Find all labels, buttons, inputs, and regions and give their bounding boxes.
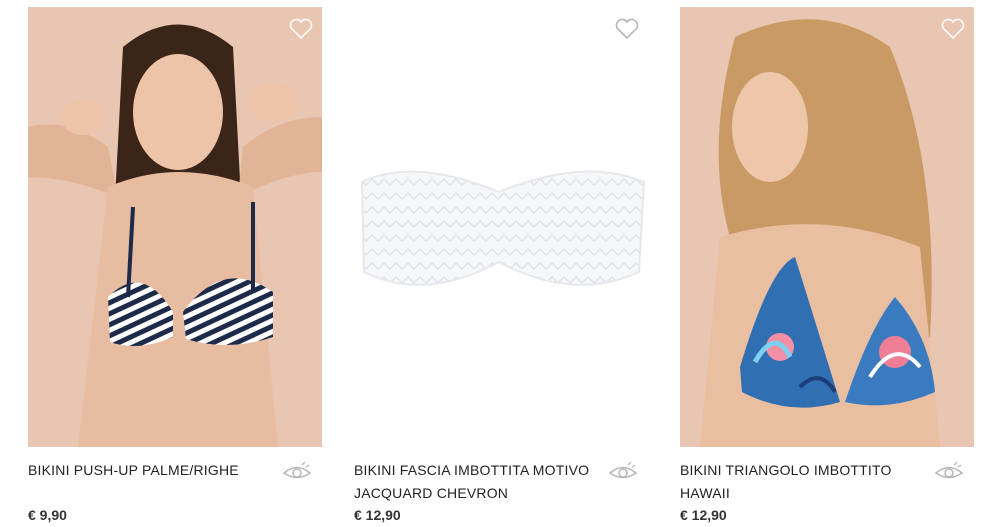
product-card[interactable]: BIKINI TRIANGOLO IMBOTTITO HAWAII € 12,9… (680, 7, 974, 523)
eye-icon[interactable] (608, 461, 638, 482)
model-photo-striped-bikini (28, 24, 322, 447)
product-card[interactable]: BIKINI PUSH-UP PALME/RIGHE € 9,90 (28, 7, 322, 523)
heart-outline-icon[interactable] (614, 17, 640, 41)
product-name[interactable]: BIKINI PUSH-UP PALME/RIGHE (28, 459, 268, 482)
product-image[interactable] (354, 7, 648, 447)
eye-icon[interactable] (282, 461, 312, 482)
product-card[interactable]: BIKINI FASCIA IMBOTTITA MOTIVO JACQUARD … (354, 7, 648, 523)
heart-outline-icon[interactable] (940, 17, 966, 41)
product-name[interactable]: BIKINI TRIANGOLO IMBOTTITO HAWAII (680, 459, 920, 505)
bandeau-bikini-photo (360, 170, 646, 286)
product-price: € 9,90 (28, 507, 67, 523)
heart-outline-icon[interactable] (288, 17, 314, 41)
product-image[interactable] (680, 7, 974, 447)
model-photo-floral-bikini (700, 19, 940, 447)
product-price: € 12,90 (680, 507, 727, 523)
product-name[interactable]: BIKINI FASCIA IMBOTTITA MOTIVO JACQUARD … (354, 459, 594, 505)
product-image[interactable] (28, 7, 322, 447)
eye-icon[interactable] (934, 461, 964, 482)
product-price: € 12,90 (354, 507, 401, 523)
